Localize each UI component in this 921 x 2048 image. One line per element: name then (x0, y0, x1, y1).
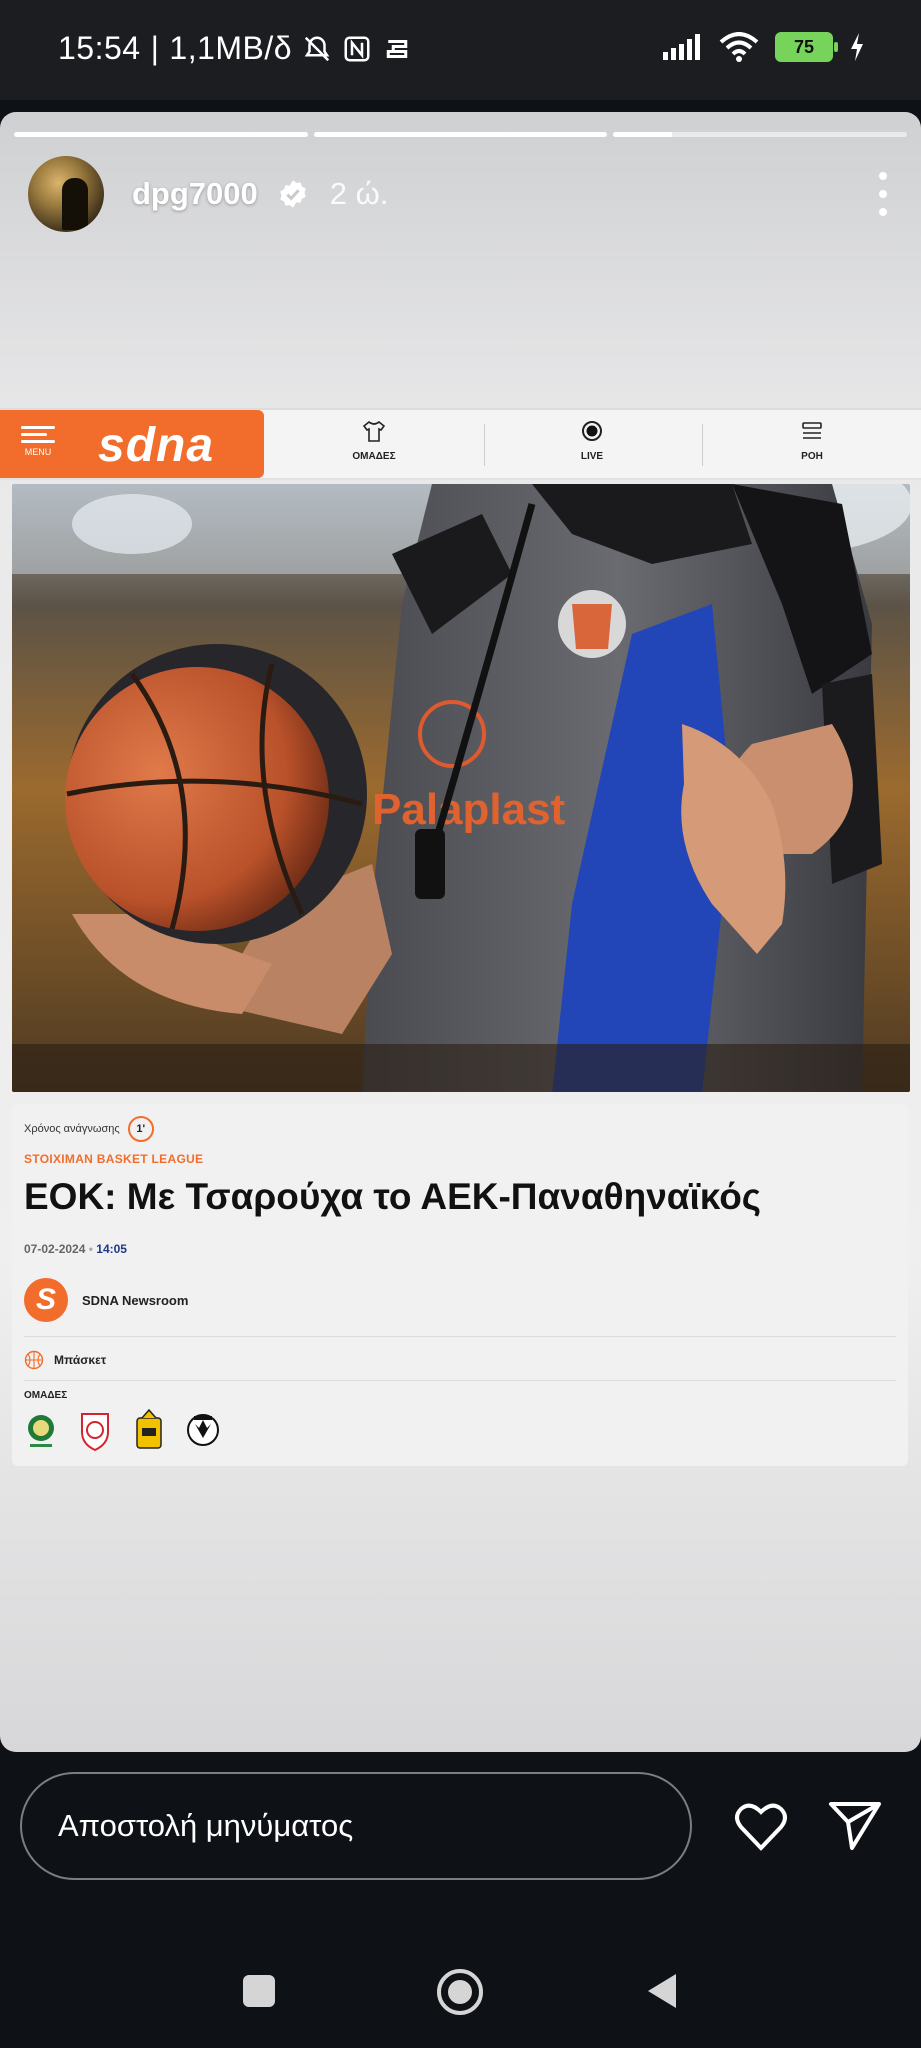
story-header: dpg7000 2 ώ. (28, 156, 893, 232)
aris-logo (136, 1408, 162, 1449)
nav-feed: ΡΟΗ (752, 420, 872, 462)
back-button[interactable] (646, 1972, 678, 2010)
status-left: 15:54 | 1,1MB/δ (58, 30, 412, 67)
charging-icon (851, 33, 863, 61)
story-viewer[interactable]: dpg7000 2 ώ. MENU sdna ΟΜΑΔΕΣ LIVE ΡΟΗ P… (0, 112, 921, 1752)
site-logo: sdna (98, 419, 215, 472)
verified-icon (280, 180, 306, 208)
article-sport: Μπάσκετ (24, 1350, 106, 1370)
network-speed: 1,1MB/δ (169, 30, 293, 66)
article-card[interactable]: Χρόνος ανάγνωσης 1' STOIXIMAN BASKET LEA… (12, 1104, 908, 1466)
bell-off-icon (304, 35, 330, 61)
clock: 15:54 (58, 30, 141, 66)
read-time: Χρόνος ανάγνωσης 1' (24, 1116, 154, 1142)
username[interactable]: dpg7000 (132, 176, 258, 212)
cast-icon (386, 39, 408, 58)
article-photo: Palaplast (12, 484, 910, 1092)
status-separator: | (150, 30, 160, 66)
article-headline: ΕΟΚ: Με Τσαρούχα το ΑΕΚ-Παναθηναϊκός (24, 1176, 762, 1217)
heart-icon[interactable] (734, 1802, 788, 1852)
progress-segment (14, 132, 308, 137)
avatar[interactable] (28, 156, 104, 232)
wifi-icon (719, 32, 759, 62)
menu-icon: MENU (16, 422, 60, 468)
referee-photo: Palaplast (12, 484, 910, 1092)
nav-live: LIVE (532, 420, 652, 462)
article-site-header: MENU sdna ΟΜΑΔΕΣ LIVE ΡΟΗ (0, 408, 921, 480)
olympiacos-logo (81, 1413, 109, 1452)
shirt-icon (362, 420, 386, 442)
paok-logo (187, 1414, 219, 1446)
message-input[interactable]: Αποστολή μηνύματος (20, 1772, 692, 1880)
progress-segment (613, 132, 908, 137)
nfc-icon (344, 36, 370, 61)
article-category: STOIXIMAN BASKET LEAGUE (24, 1152, 204, 1166)
teams-label: ΟΜΑΔΕΣ (24, 1390, 68, 1401)
panathinaikos-logo (28, 1415, 54, 1447)
battery-icon: 75 (775, 32, 838, 62)
feed-icon (802, 422, 822, 439)
more-options-icon[interactable] (873, 172, 893, 216)
status-right: 75 (663, 32, 865, 62)
status-bar: 15:54 | 1,1MB/δ 75 (0, 0, 921, 100)
team-logos (24, 1408, 220, 1452)
reply-bar: Αποστολή μηνύματος (0, 1752, 921, 2048)
clock-icon: 1' (127, 1116, 154, 1142)
send-icon[interactable] (828, 1800, 882, 1852)
author-logo: S (24, 1278, 68, 1322)
article-dateline: 07-02-2024 • 14:05 (24, 1242, 127, 1256)
recent-apps-button[interactable] (242, 1974, 276, 2008)
basketball-icon (24, 1350, 44, 1370)
article-author: S SDNA Newsroom (24, 1278, 188, 1322)
live-dot-icon (582, 421, 602, 441)
posted-time: 2 ώ. (329, 176, 389, 211)
progress-segment (313, 132, 608, 137)
site-logo-block: MENU sdna (0, 410, 264, 478)
signal-icon (663, 34, 700, 60)
nav-teams: ΟΜΑΔΕΣ (314, 420, 434, 462)
svg-text:Palaplast: Palaplast (372, 785, 566, 834)
home-button[interactable] (436, 1968, 484, 2016)
story-progress (14, 132, 908, 137)
